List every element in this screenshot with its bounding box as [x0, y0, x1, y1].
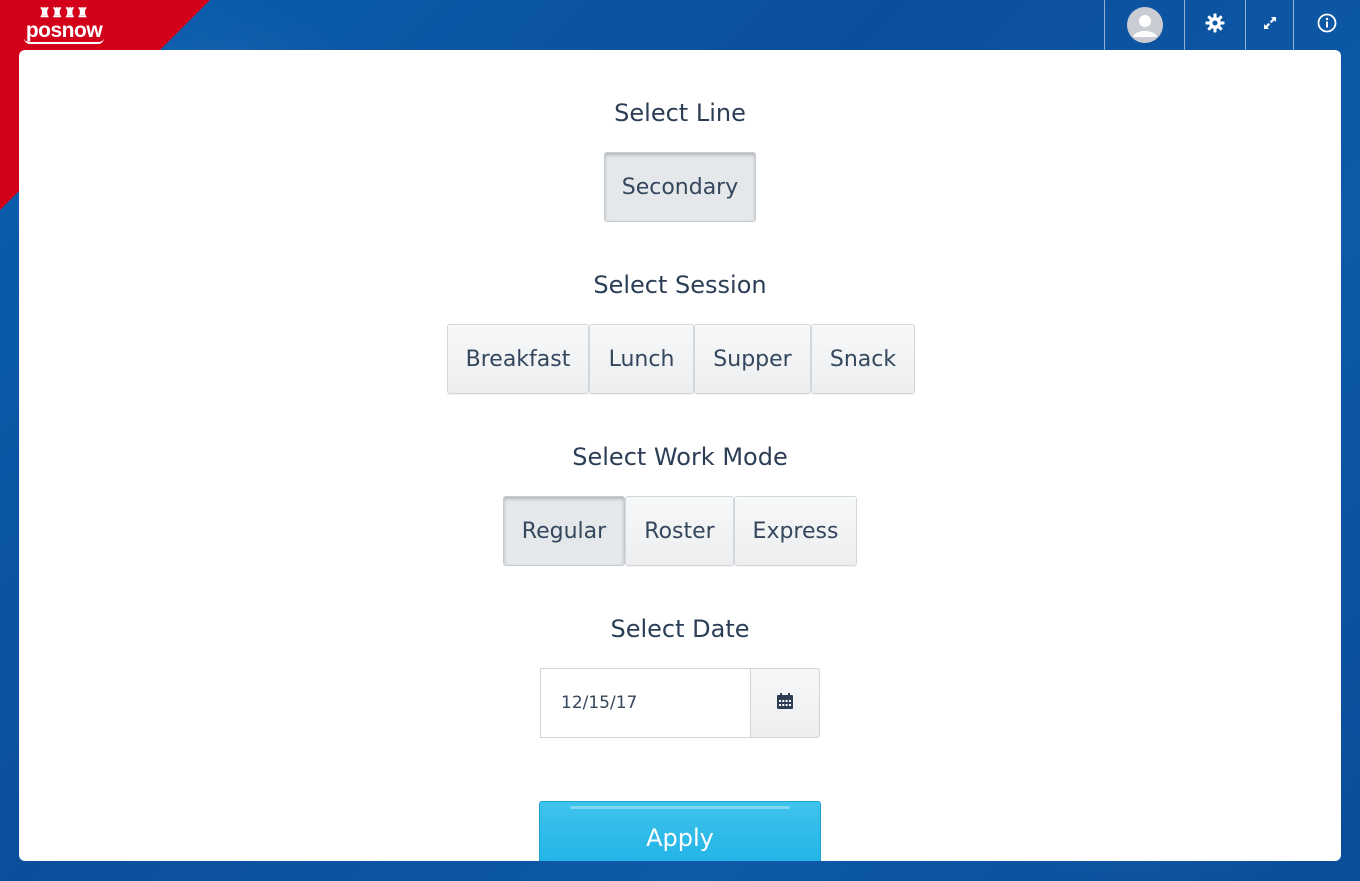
line-options: Secondary: [604, 152, 756, 222]
calendar-icon: [776, 692, 794, 715]
top-toolbar: [1104, 0, 1360, 50]
user-profile-button[interactable]: [1104, 0, 1184, 50]
date-input[interactable]: 12/15/17: [540, 668, 751, 738]
session-option-lunch[interactable]: Lunch: [589, 324, 694, 394]
gear-icon: [1205, 13, 1225, 38]
info-button[interactable]: [1293, 0, 1360, 50]
select-date-title: Select Date: [610, 615, 750, 643]
line-option-secondary[interactable]: Secondary: [604, 152, 756, 222]
work-mode-options: Regular Roster Express: [503, 496, 857, 566]
user-avatar-icon: [1126, 7, 1163, 43]
select-work-mode-title: Select Work Mode: [572, 443, 788, 471]
work-mode-option-regular[interactable]: Regular: [503, 496, 625, 566]
work-mode-option-express[interactable]: Express: [734, 496, 857, 566]
settings-panel: Select Line Secondary Select Session Bre…: [19, 50, 1341, 861]
session-option-breakfast[interactable]: Breakfast: [447, 324, 589, 394]
fullscreen-button[interactable]: [1245, 0, 1293, 50]
date-picker-button[interactable]: [750, 668, 820, 738]
apply-button[interactable]: Apply: [539, 801, 821, 861]
posnow-logo: ♜♜♜♜ posnow: [23, 5, 105, 44]
settings-button[interactable]: [1184, 0, 1245, 50]
work-mode-option-roster[interactable]: Roster: [625, 496, 734, 566]
session-options: Breakfast Lunch Supper Snack: [447, 324, 915, 394]
session-option-snack[interactable]: Snack: [811, 324, 915, 394]
expand-icon: [1263, 16, 1277, 35]
select-line-title: Select Line: [614, 99, 746, 127]
session-option-supper[interactable]: Supper: [694, 324, 811, 394]
select-session-title: Select Session: [593, 271, 767, 299]
info-icon: [1317, 13, 1337, 38]
